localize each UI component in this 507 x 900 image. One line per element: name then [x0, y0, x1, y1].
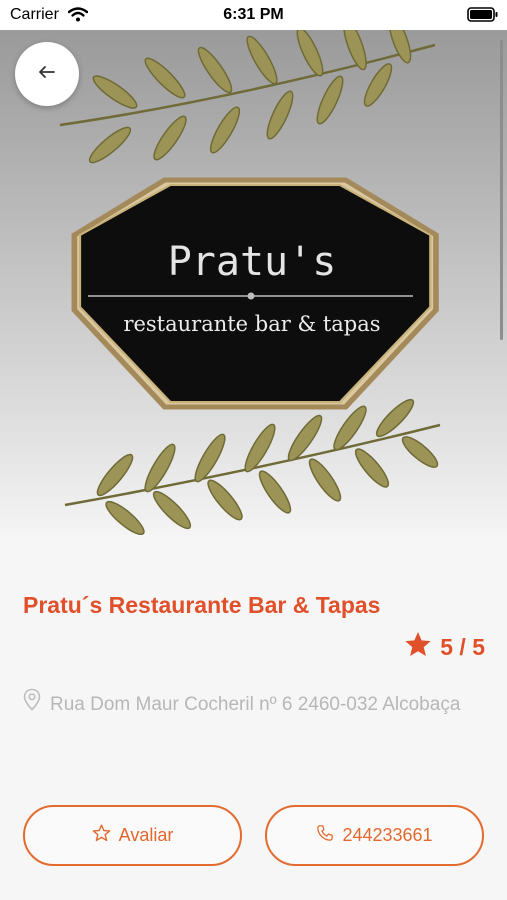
rate-button[interactable]: Avaliar: [23, 805, 242, 866]
restaurant-address: Rua Dom Maur Cocheril nº 6 2460-032 Alco…: [50, 694, 461, 715]
status-bar: Carrier 6:31 PM: [0, 0, 507, 30]
arrow-left-icon: [38, 65, 56, 84]
rating: 5 / 5: [404, 631, 485, 663]
status-time: 6:31 PM: [223, 6, 284, 23]
scrollbar[interactable]: [500, 40, 503, 340]
rate-button-label: Avaliar: [118, 825, 174, 845]
star-icon: [404, 631, 432, 663]
bottom-leaf-branch: [64, 398, 441, 535]
phone-icon: [316, 824, 334, 847]
star-outline-icon: [92, 824, 111, 847]
restaurant-hero-image: Pratu's restaurante bar & tapas: [0, 30, 507, 535]
call-button[interactable]: 244233661: [265, 805, 484, 866]
restaurant-logo-image: Pratu's restaurante bar & tapas: [59, 30, 441, 535]
phone-button-label: 244233661: [342, 825, 433, 845]
logo-tagline: restaurante bar & tapas: [123, 312, 380, 336]
back-button[interactable]: [15, 42, 79, 106]
restaurant-name: Pratu´s Restaurante Bar & Tapas: [23, 592, 381, 618]
rating-value: 5 / 5: [440, 633, 485, 660]
top-leaf-branch: [59, 30, 436, 164]
logo-name: Pratu's: [168, 239, 337, 285]
battery-icon: [467, 7, 499, 27]
